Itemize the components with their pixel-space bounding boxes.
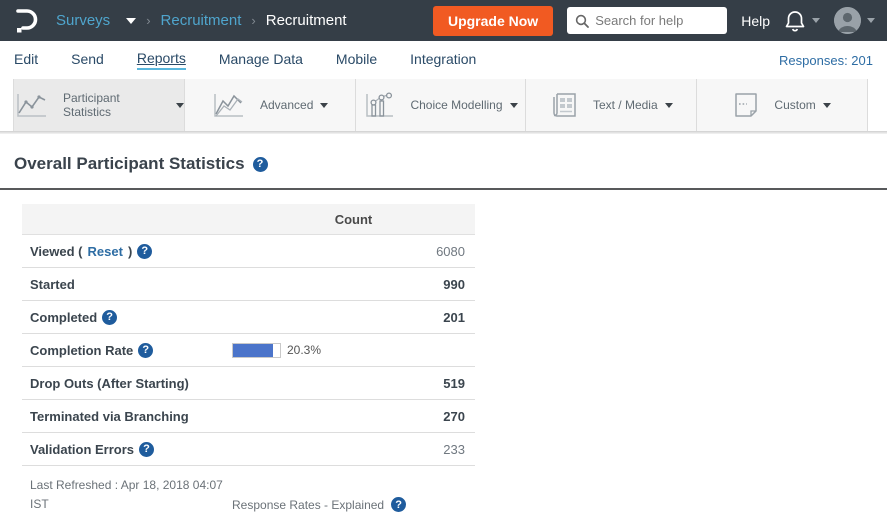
help-icon[interactable]: [391, 497, 406, 512]
row-label: Completion Rate: [30, 343, 133, 358]
table-row-terminated: Terminated via Branching 270: [22, 400, 475, 433]
row-value: 233: [232, 442, 475, 457]
bell-icon: [784, 9, 806, 33]
breadcrumb: Surveys › Recruitment › Recruitment: [56, 12, 347, 29]
table-row-started: Started 990: [22, 268, 475, 301]
topbar: Surveys › Recruitment › Recruitment Upgr…: [0, 0, 887, 41]
row-label: Started: [30, 277, 75, 292]
chevron-down-icon: [823, 103, 831, 108]
row-label-suffix: ): [128, 244, 132, 259]
reports-toolbar: Participant Statistics Advanced: [0, 79, 887, 131]
notifications-button[interactable]: [784, 9, 820, 33]
tab-manage-data[interactable]: Manage Data: [219, 51, 303, 69]
table-row-viewed: Viewed ( Reset ) 6080: [22, 235, 475, 268]
page-title: Overall Participant Statistics: [14, 154, 245, 174]
help-icon[interactable]: [102, 310, 117, 325]
response-rates-explained-text: Response Rates - Explained: [232, 498, 384, 512]
participant-statistics-table: Count Viewed ( Reset ) 6080 Started 990 …: [22, 204, 475, 466]
toolbar-choice-modelling[interactable]: Choice Modelling: [356, 79, 527, 131]
help-icon[interactable]: [253, 157, 268, 172]
row-label: Terminated via Branching: [30, 409, 189, 424]
avatar: [834, 7, 861, 34]
chevron-down-icon: [665, 103, 673, 108]
breadcrumb-surveys[interactable]: Surveys: [56, 12, 110, 29]
trend-chart-icon: [211, 92, 245, 119]
account-menu-button[interactable]: [834, 7, 875, 34]
table-row-validation-errors: Validation Errors 233: [22, 433, 475, 466]
help-search-box[interactable]: [567, 7, 727, 34]
help-icon[interactable]: [137, 244, 152, 259]
search-input[interactable]: [595, 13, 713, 28]
help-icon[interactable]: [138, 343, 153, 358]
chevron-down-icon: [320, 103, 328, 108]
row-value: 270: [232, 409, 475, 424]
table-row-completion-rate: Completion Rate 20.3%: [22, 334, 475, 367]
toolbar-custom[interactable]: Custom: [697, 79, 868, 131]
completion-rate-percent: 20.3%: [287, 343, 321, 357]
count-column-header: Count: [232, 212, 475, 227]
breadcrumb-current-survey: Recruitment: [266, 12, 347, 29]
chevron-down-icon: [510, 103, 518, 108]
row-value: 990: [232, 277, 475, 292]
table-row-drop-outs: Drop Outs (After Starting) 519: [22, 367, 475, 400]
chevron-down-icon: [812, 18, 820, 23]
newspaper-icon: [550, 91, 578, 119]
breadcrumb-folder[interactable]: Recruitment: [161, 12, 242, 29]
table-footer: Last Refreshed : Apr 18, 2018 04:07 IST …: [30, 476, 887, 518]
toolbar-text-media[interactable]: Text / Media: [526, 79, 697, 131]
table-row-completed: Completed 201: [22, 301, 475, 334]
toolbar-label: Choice Modelling: [410, 98, 502, 112]
completion-rate-bar-fill: [233, 344, 273, 357]
chevron-down-icon: [176, 103, 184, 108]
toolbar-label: Participant Statistics: [63, 91, 169, 119]
survey-menu: Edit Send Reports Manage Data Mobile Int…: [0, 41, 887, 79]
row-label: Viewed (: [30, 244, 83, 259]
row-value: 201: [232, 310, 475, 325]
tab-integration[interactable]: Integration: [410, 51, 476, 69]
toolbar-label: Advanced: [260, 98, 313, 112]
chevron-down-icon: [867, 18, 875, 23]
custom-page-icon: [733, 91, 759, 119]
search-icon: [575, 14, 589, 28]
row-label: Validation Errors: [30, 442, 134, 457]
tab-send[interactable]: Send: [71, 51, 104, 69]
chevron-down-icon[interactable]: [126, 18, 136, 24]
tab-mobile[interactable]: Mobile: [336, 51, 377, 69]
help-link[interactable]: Help: [741, 13, 770, 29]
completion-rate-bar: [232, 343, 281, 358]
toolbar-participant-statistics[interactable]: Participant Statistics: [13, 79, 185, 131]
line-chart-icon: [14, 92, 48, 119]
row-value: 519: [232, 376, 475, 391]
row-label: Completed: [30, 310, 97, 325]
responses-count[interactable]: Responses: 201: [779, 53, 873, 68]
divider: [0, 188, 887, 190]
upgrade-now-button[interactable]: Upgrade Now: [433, 6, 553, 36]
questionpro-logo-icon[interactable]: [12, 6, 42, 36]
report-content: Overall Participant Statistics Count Vie…: [0, 134, 887, 518]
tab-edit[interactable]: Edit: [14, 51, 38, 69]
breadcrumb-separator: ›: [146, 13, 150, 28]
last-refreshed-text: Last Refreshed : Apr 18, 2018 04:07 IST: [30, 478, 223, 511]
toolbar-label: Custom: [774, 98, 815, 112]
row-label: Drop Outs (After Starting): [30, 376, 189, 391]
reset-link[interactable]: Reset: [88, 244, 123, 259]
bubble-chart-icon: [363, 92, 395, 119]
tab-reports[interactable]: Reports: [137, 50, 186, 70]
toolbar-label: Text / Media: [593, 98, 658, 112]
toolbar-advanced[interactable]: Advanced: [185, 79, 356, 131]
breadcrumb-separator: ›: [251, 13, 255, 28]
row-value: 6080: [232, 244, 475, 259]
help-icon[interactable]: [139, 442, 154, 457]
table-header-row: Count: [22, 204, 475, 235]
